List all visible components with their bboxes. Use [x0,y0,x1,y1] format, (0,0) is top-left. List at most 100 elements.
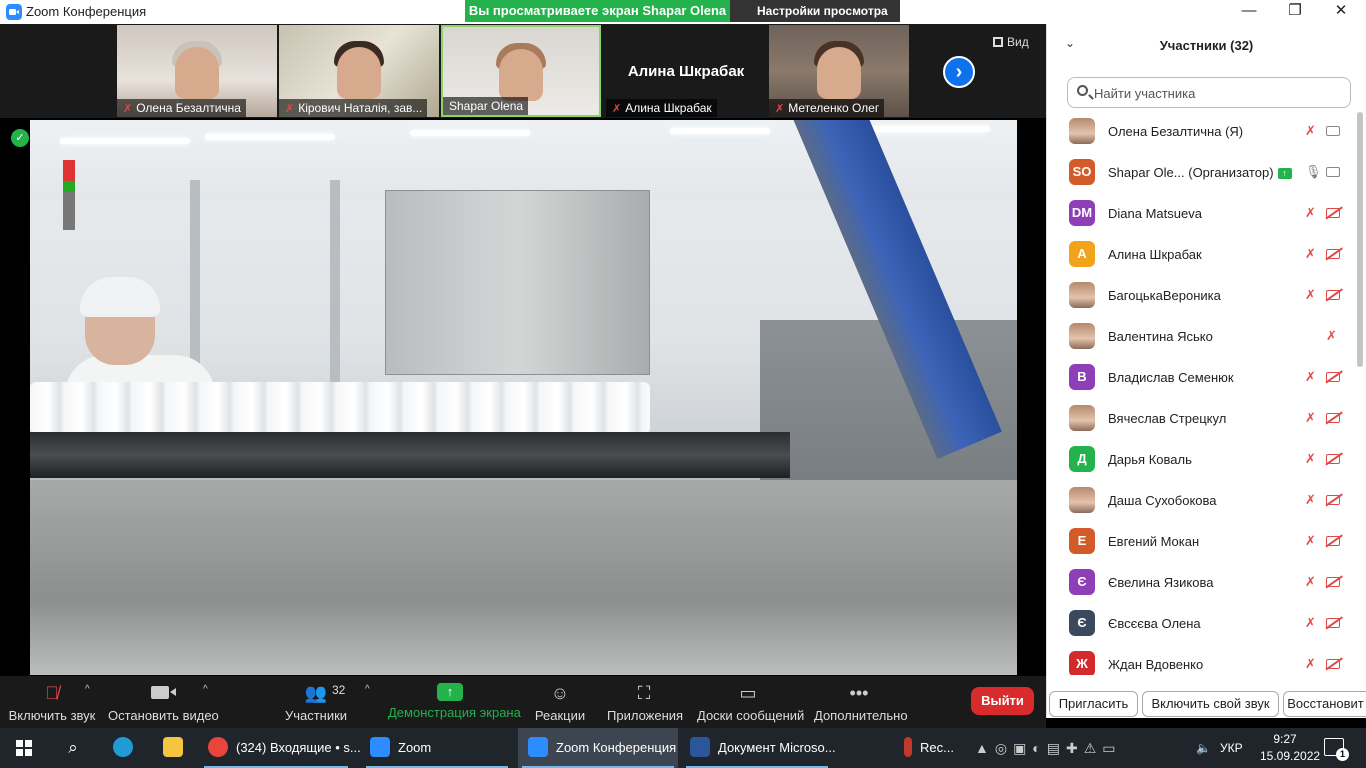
participant-row[interactable]: SO Shapar Ole... (Организатор) ↑ 🎙 [1047,152,1355,193]
camera-off-icon[interactable] [1326,536,1340,546]
camera-off-icon[interactable] [1326,659,1340,669]
camera-icon[interactable] [1326,126,1340,136]
mic-muted-icon[interactable]: ✗ [1305,410,1316,426]
participant-row[interactable]: Е Евгений Мокан ✗ [1047,521,1355,562]
participant-row[interactable]: Ж Ждан Вдовенко ✗ [1047,644,1355,675]
participant-row[interactable]: Олена Безалтична (Я) ✗ [1047,111,1355,152]
mic-muted-icon[interactable]: ✗ [1305,246,1316,262]
mic-icon[interactable]: 🎙 [1305,164,1322,180]
taskbar-zoom-conference[interactable]: Zoom Конференция [518,728,678,768]
whiteboards-button[interactable]: ▭ Доски сообщений [697,676,804,728]
mic-muted-icon[interactable]: ✗ [1326,328,1337,344]
share-screen-label: Демонстрация экрана [388,705,521,720]
mic-muted-icon[interactable]: ✗ [1305,656,1316,672]
leave-button[interactable]: Выйти [971,687,1034,715]
participant-row[interactable]: Валентина Ясько ✗ [1047,316,1355,357]
mic-muted-icon[interactable]: ✗ [1305,492,1316,508]
thumbnail-olena-bezaltychna[interactable]: ✗ Олена Безалтична [117,25,277,117]
mic-muted-icon[interactable]: ✗ [1305,615,1316,631]
participant-face [499,49,543,101]
taskbar-clock[interactable]: 9:27 15.09.2022 [1260,731,1321,765]
mic-muted-icon[interactable]: ✗ [1305,123,1316,139]
mic-muted-icon[interactable]: ✗ [1305,574,1316,590]
camera-off-icon[interactable] [1326,454,1340,464]
participants-label: Участники [284,708,348,723]
camera-off-icon[interactable] [1326,495,1340,505]
conveyor-rail [30,432,790,478]
stop-video-button[interactable]: Остановить видео [108,676,219,728]
camera-off-icon[interactable] [1326,618,1340,628]
notification-center-icon[interactable]: 1 [1324,738,1349,761]
thumbnail-name: Алина Шкрабак [625,101,712,115]
participant-row[interactable]: Є Євсєєва Олена ✗ [1047,603,1355,644]
video-options-caret[interactable]: ^ [203,684,208,695]
participant-row[interactable]: В Владислав Семенюк ✗ [1047,357,1355,398]
participant-row[interactable]: А Алина Шкрабак ✗ [1047,234,1355,275]
thumbnail-alina-shkrabak[interactable]: Алина Шкрабак ✗ Алина Шкрабак [606,25,766,117]
thumbnail-metelenko-oleg[interactable]: ✗ Метеленко Олег [769,25,909,117]
participant-row[interactable]: DM Diana Matsueva ✗ [1047,193,1355,234]
participant-row[interactable]: Вячеслав Стрецкул ✗ [1047,398,1355,439]
keyboard-language[interactable]: УКР [1220,728,1243,768]
taskbar-word-document[interactable]: Документ Microso... [682,728,836,768]
participant-face [337,47,381,99]
restore-button[interactable]: Восстановит [1283,691,1366,717]
audio-options-caret[interactable]: ^ [85,684,90,695]
participant-name-wrap: Валентина Ясько [1108,329,1213,344]
apps-button[interactable]: ⛶ Приложения [607,676,683,728]
control-cabinet [385,190,650,375]
invite-button[interactable]: Пригласить [1049,691,1138,717]
camera-off-icon[interactable] [1326,208,1340,218]
participant-row[interactable]: БагоцькаВероника ✗ [1047,275,1355,316]
file-explorer-icon[interactable] [158,728,188,768]
volume-icon[interactable]: 🔈 [1196,728,1216,768]
restore-button[interactable]: ❐ [1272,0,1318,24]
zoom-icon [370,737,390,757]
participant-row[interactable]: Даша Сухобокова ✗ [1047,480,1355,521]
share-screen-button[interactable]: ↑ Демонстрация экрана [388,676,521,728]
windows-start-icon[interactable] [16,740,32,756]
taskbar-recorder[interactable]: Rec... [896,728,968,768]
camera-off-icon[interactable] [1326,577,1340,587]
thumbnail-kirovych-natalia[interactable]: ✗ Кірович Наталія, зав... [279,25,439,117]
system-tray-icons[interactable]: ▲◎▣◐▤✚⚠▭ [975,728,1190,768]
participant-row[interactable]: Є Євелина Язикова ✗ [1047,562,1355,603]
mic-muted-icon[interactable]: ✗ [1305,369,1316,385]
camera-icon[interactable] [1326,167,1340,177]
view-button[interactable]: Вид [993,35,1029,49]
participant-row[interactable]: Д Дарья Коваль ✗ [1047,439,1355,480]
mic-muted-icon[interactable]: ✗ [1305,533,1316,549]
reactions-button[interactable]: ☺ Реакции [534,676,586,728]
clock-date: 15.09.2022 [1260,749,1321,763]
stop-video-label: Остановить видео [108,708,219,723]
edge-browser-icon[interactable] [108,728,138,768]
more-button[interactable]: ••• Дополнительно [814,676,908,728]
view-settings-button[interactable]: Настройки просмотра ⌄ [730,0,900,40]
taskbar-chrome-gmail[interactable]: (324) Входящие • s... [200,728,361,768]
unmute-me-button[interactable]: Включить свой звук [1142,691,1279,717]
ceiling-light [670,128,770,134]
camera-off-icon[interactable] [1326,372,1340,382]
participant-search[interactable] [1067,77,1351,108]
mic-muted-icon[interactable]: ✗ [1305,287,1316,303]
search-icon[interactable]: ⌕ [58,728,88,768]
mic-muted-icon[interactable]: ✗ [1305,205,1316,221]
participants-options-caret[interactable]: ^ [365,684,370,695]
thumbnail-shapar-olena[interactable]: Shapar Olena [441,25,601,117]
minimize-button[interactable]: — [1226,0,1272,24]
participant-name: Shapar Ole... [1108,165,1185,180]
panel-scrollbar[interactable] [1357,112,1363,367]
close-button[interactable]: ✕ [1318,0,1364,24]
camera-off-icon[interactable] [1326,413,1340,423]
encryption-shield-icon[interactable]: ✓ [11,129,29,147]
mic-muted-icon[interactable]: ✗ [1305,451,1316,467]
next-page-button[interactable]: › [943,56,975,88]
worker-hairnet [80,277,160,317]
grid-icon [993,37,1003,47]
participant-name: БагоцькаВероника [1108,288,1221,303]
camera-off-icon[interactable] [1326,290,1340,300]
camera-off-icon[interactable] [1326,249,1340,259]
participant-search-input[interactable] [1094,83,1344,103]
unmute-button[interactable]: 🎙̸ Включить звук [8,676,96,728]
taskbar-zoom[interactable]: Zoom [362,728,512,768]
